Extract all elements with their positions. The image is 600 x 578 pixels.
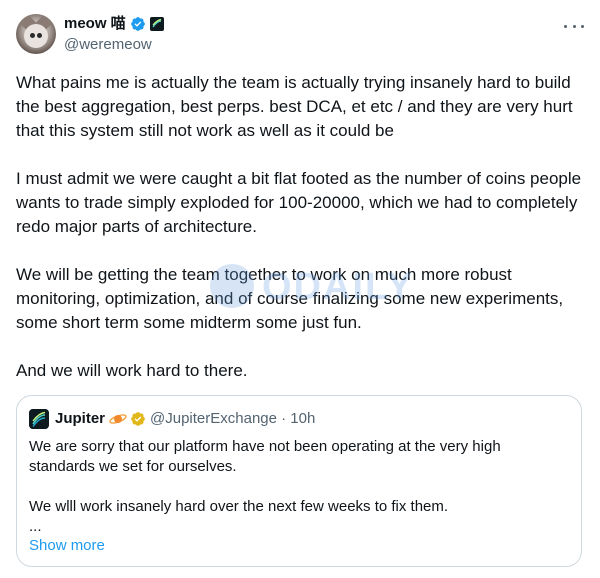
- tweet-paragraph: I must admit we were caught a bit flat f…: [16, 169, 582, 236]
- tweet-paragraph: We will be getting the team together to …: [16, 265, 564, 332]
- quoted-handle-time[interactable]: @JupiterExchange · 10h: [150, 409, 315, 429]
- jupiter-avatar-icon[interactable]: [29, 409, 49, 429]
- quoted-tweet[interactable]: Jupiter @JupiterExchange · 10h We are so…: [16, 395, 582, 567]
- quoted-tweet-header: Jupiter @JupiterExchange · 10h: [29, 409, 315, 429]
- verified-gold-badge-icon[interactable]: [130, 411, 146, 427]
- planet-emoji-icon: [109, 414, 127, 424]
- quoted-display-name[interactable]: Jupiter: [55, 409, 105, 429]
- verified-badge-icon[interactable]: [130, 16, 146, 32]
- tweet-paragraph: What pains me is actually the team is ac…: [16, 73, 573, 140]
- author-name-row: meow 喵: [64, 14, 164, 34]
- author-handle[interactable]: @weremeow: [64, 35, 152, 55]
- quoted-paragraph: We wlll work insanely hard over the next…: [29, 498, 449, 535]
- tweet-card: meow 喵 @weremeow What pains me is actual…: [0, 0, 600, 578]
- more-options-icon[interactable]: [564, 16, 584, 36]
- avatar[interactable]: [16, 14, 56, 54]
- quoted-tweet-text: We are sorry that our platform have not …: [29, 437, 569, 537]
- quoted-paragraph: We are sorry that our platform have not …: [29, 438, 501, 475]
- tweet-paragraph: And we will work hard to there.: [16, 361, 248, 380]
- show-more-link[interactable]: Show more: [29, 536, 105, 556]
- tweet-text: What pains me is actually the team is ac…: [16, 71, 584, 383]
- author-display-name[interactable]: meow 喵: [64, 14, 126, 34]
- jupiter-affiliate-icon[interactable]: [149, 17, 164, 31]
